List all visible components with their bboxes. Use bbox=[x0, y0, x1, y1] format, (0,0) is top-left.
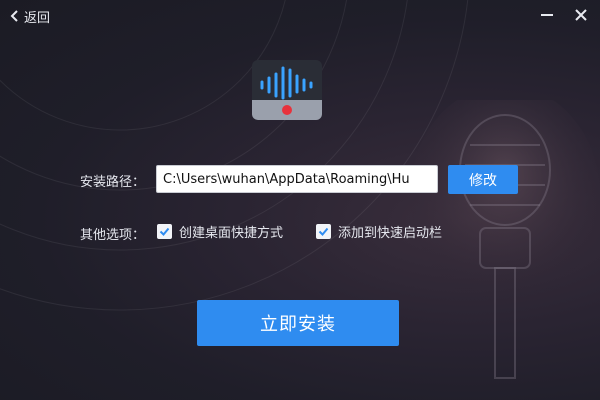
app-logo-icon bbox=[252, 60, 322, 120]
checkmark-icon bbox=[159, 227, 170, 236]
add-quick-launch-checkbox[interactable]: 添加到快速启动栏 bbox=[316, 222, 442, 241]
back-chevron-icon bbox=[10, 10, 18, 22]
modify-path-button[interactable]: 修改 bbox=[448, 165, 518, 194]
checkmark-icon bbox=[318, 227, 329, 236]
checkbox-box[interactable] bbox=[316, 224, 331, 239]
checkbox-label: 创建桌面快捷方式 bbox=[179, 226, 284, 241]
install-path-label: 安装路径： bbox=[80, 175, 146, 190]
other-options-label: 其他选项： bbox=[80, 228, 146, 243]
install-now-button[interactable]: 立即安装 bbox=[197, 300, 399, 346]
minimize-icon[interactable] bbox=[538, 6, 556, 24]
back-label: 返回 bbox=[24, 10, 51, 26]
title-bar: 返回 bbox=[0, 0, 600, 34]
checkbox-label: 添加到快速启动栏 bbox=[338, 226, 443, 241]
back-button[interactable]: 返回 bbox=[10, 6, 50, 26]
microphone-background-icon bbox=[410, 100, 600, 379]
install-path-input[interactable] bbox=[156, 165, 438, 193]
create-desktop-shortcut-checkbox[interactable]: 创建桌面快捷方式 bbox=[157, 222, 283, 241]
close-icon[interactable] bbox=[572, 6, 590, 24]
checkbox-box[interactable] bbox=[157, 224, 172, 239]
